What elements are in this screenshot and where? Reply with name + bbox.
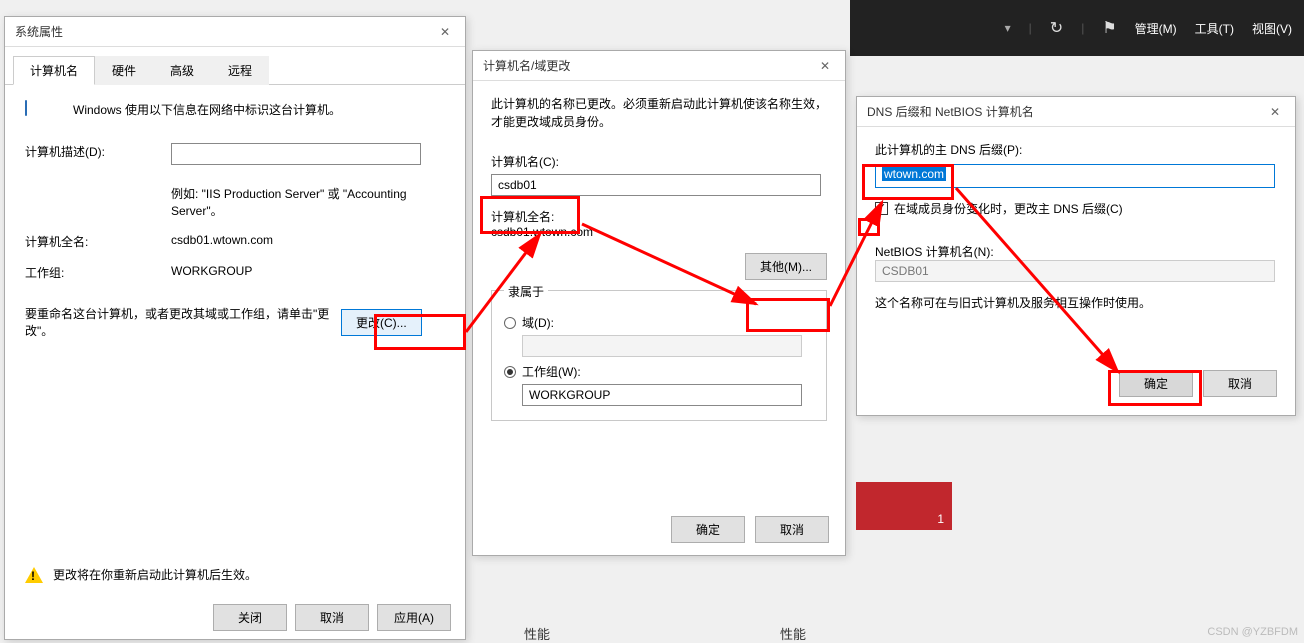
d3-title: DNS 后缀和 NetBIOS 计算机名 [867, 103, 1034, 120]
menu-manage[interactable]: 管理(M) [1135, 20, 1177, 37]
desc-label: 计算机描述(D): [25, 143, 171, 165]
workgroup-label: 工作组: [25, 264, 171, 281]
member-of-title: 隶属于 [504, 283, 548, 300]
suffix-value: wtown.com [882, 167, 946, 181]
d1-close-button[interactable]: 关闭 [213, 604, 287, 631]
computer-name-domain-dialog: 计算机名/域更改 ✕ 此计算机的名称已更改。必须重新启动此计算机使该名称生效，才… [472, 50, 846, 556]
d2-intro: 此计算机的名称已更改。必须重新启动此计算机使该名称生效，才能更改域成员身份。 [491, 95, 827, 131]
name-label: 计算机名(C): [491, 153, 827, 170]
dns-suffix-dialog: DNS 后缀和 NetBIOS 计算机名 ✕ 此计算机的主 DNS 后缀(P):… [856, 96, 1296, 416]
warn-text: 更改将在你重新启动此计算机后生效。 [53, 566, 257, 583]
perf-label-2: 性能 [780, 624, 806, 643]
change-button[interactable]: 更改(C)... [341, 309, 422, 336]
dashboard-error-tile[interactable]: 1 [856, 482, 952, 530]
close-icon[interactable]: ✕ [1261, 101, 1289, 123]
workgroup-value: WORKGROUP [171, 264, 252, 281]
close-icon[interactable]: ✕ [431, 21, 459, 43]
checkbox-icon [875, 202, 888, 215]
refresh-icon[interactable]: ↻ [1050, 18, 1063, 38]
menu-tools[interactable]: 工具(T) [1195, 20, 1234, 37]
d1-titlebar: 系统属性 ✕ [5, 17, 465, 47]
change-suffix-checkbox[interactable]: 在域成员身份变化时，更改主 DNS 后缀(C) [875, 200, 1277, 217]
tile-count: 1 [937, 512, 944, 526]
radio-domain[interactable]: 域(D): [504, 314, 814, 331]
d2-cancel-button[interactable]: 取消 [755, 516, 829, 543]
d2-title: 计算机名/域更改 [483, 57, 570, 74]
full-value: csdb01.wtown.com [491, 225, 827, 239]
d3-cancel-button[interactable]: 取消 [1203, 370, 1277, 397]
menu-view[interactable]: 视图(V) [1252, 20, 1292, 37]
member-of-group: 隶属于 域(D): 工作组(W): [491, 290, 827, 421]
computer-icon [25, 101, 59, 129]
d3-titlebar: DNS 后缀和 NetBIOS 计算机名 ✕ [857, 97, 1295, 127]
computer-name-input[interactable] [491, 174, 821, 196]
other-button[interactable]: 其他(M)... [745, 253, 827, 280]
computer-description-input[interactable] [171, 143, 421, 165]
desc-hint: 例如: "IIS Production Server" 或 "Accountin… [171, 185, 431, 219]
wg-label: 工作组(W): [522, 363, 581, 380]
d1-tabs: 计算机名 硬件 高级 远程 [5, 47, 465, 85]
server-manager-topbar: ▾ | ↻ | ⚑ 管理(M) 工具(T) 视图(V) [850, 0, 1304, 56]
system-properties-dialog: 系统属性 ✕ 计算机名 硬件 高级 远程 Windows 使用以下信息在网络中标… [4, 16, 466, 640]
dns-suffix-input[interactable]: wtown.com [875, 164, 1275, 188]
suffix-label: 此计算机的主 DNS 后缀(P): [875, 141, 1277, 158]
d2-ok-button[interactable]: 确定 [671, 516, 745, 543]
warning-icon [25, 567, 43, 583]
netbios-label: NetBIOS 计算机名(N): [875, 243, 1277, 260]
flag-icon[interactable]: ⚑ [1102, 18, 1116, 38]
full-label: 计算机全名: [491, 208, 827, 225]
checkbox-label: 在域成员身份变化时，更改主 DNS 后缀(C) [894, 200, 1123, 217]
tab-computer-name[interactable]: 计算机名 [13, 56, 95, 85]
workgroup-input[interactable] [522, 384, 802, 406]
tab-remote[interactable]: 远程 [211, 56, 269, 85]
tab-hardware[interactable]: 硬件 [95, 56, 153, 85]
d2-titlebar: 计算机名/域更改 ✕ [473, 51, 845, 81]
fullname-value: csdb01.wtown.com [171, 233, 273, 250]
radio-workgroup[interactable]: 工作组(W): [504, 363, 814, 380]
rename-text: 要重命名这台计算机，或者更改其域或工作组，请单击"更改"。 [25, 305, 341, 339]
d1-apply-button[interactable]: 应用(A) [377, 604, 451, 631]
d1-cancel-button[interactable]: 取消 [295, 604, 369, 631]
watermark: CSDN @YZBFDM [1207, 626, 1298, 638]
netbios-note: 这个名称可在与旧式计算机及服务相互操作时使用。 [875, 294, 1277, 311]
d1-intro: Windows 使用以下信息在网络中标识这台计算机。 [73, 101, 445, 118]
tab-advanced[interactable]: 高级 [153, 56, 211, 85]
netbios-input [875, 260, 1275, 282]
fullname-label: 计算机全名: [25, 233, 171, 250]
dropdown-caret-icon[interactable]: ▾ [1005, 21, 1011, 35]
domain-label: 域(D): [522, 314, 554, 331]
domain-input [522, 335, 802, 357]
close-icon[interactable]: ✕ [811, 55, 839, 77]
d3-ok-button[interactable]: 确定 [1119, 370, 1193, 397]
d1-title: 系统属性 [15, 23, 63, 40]
restart-warning: 更改将在你重新启动此计算机后生效。 [25, 566, 257, 583]
perf-label-1: 性能 [524, 624, 550, 643]
